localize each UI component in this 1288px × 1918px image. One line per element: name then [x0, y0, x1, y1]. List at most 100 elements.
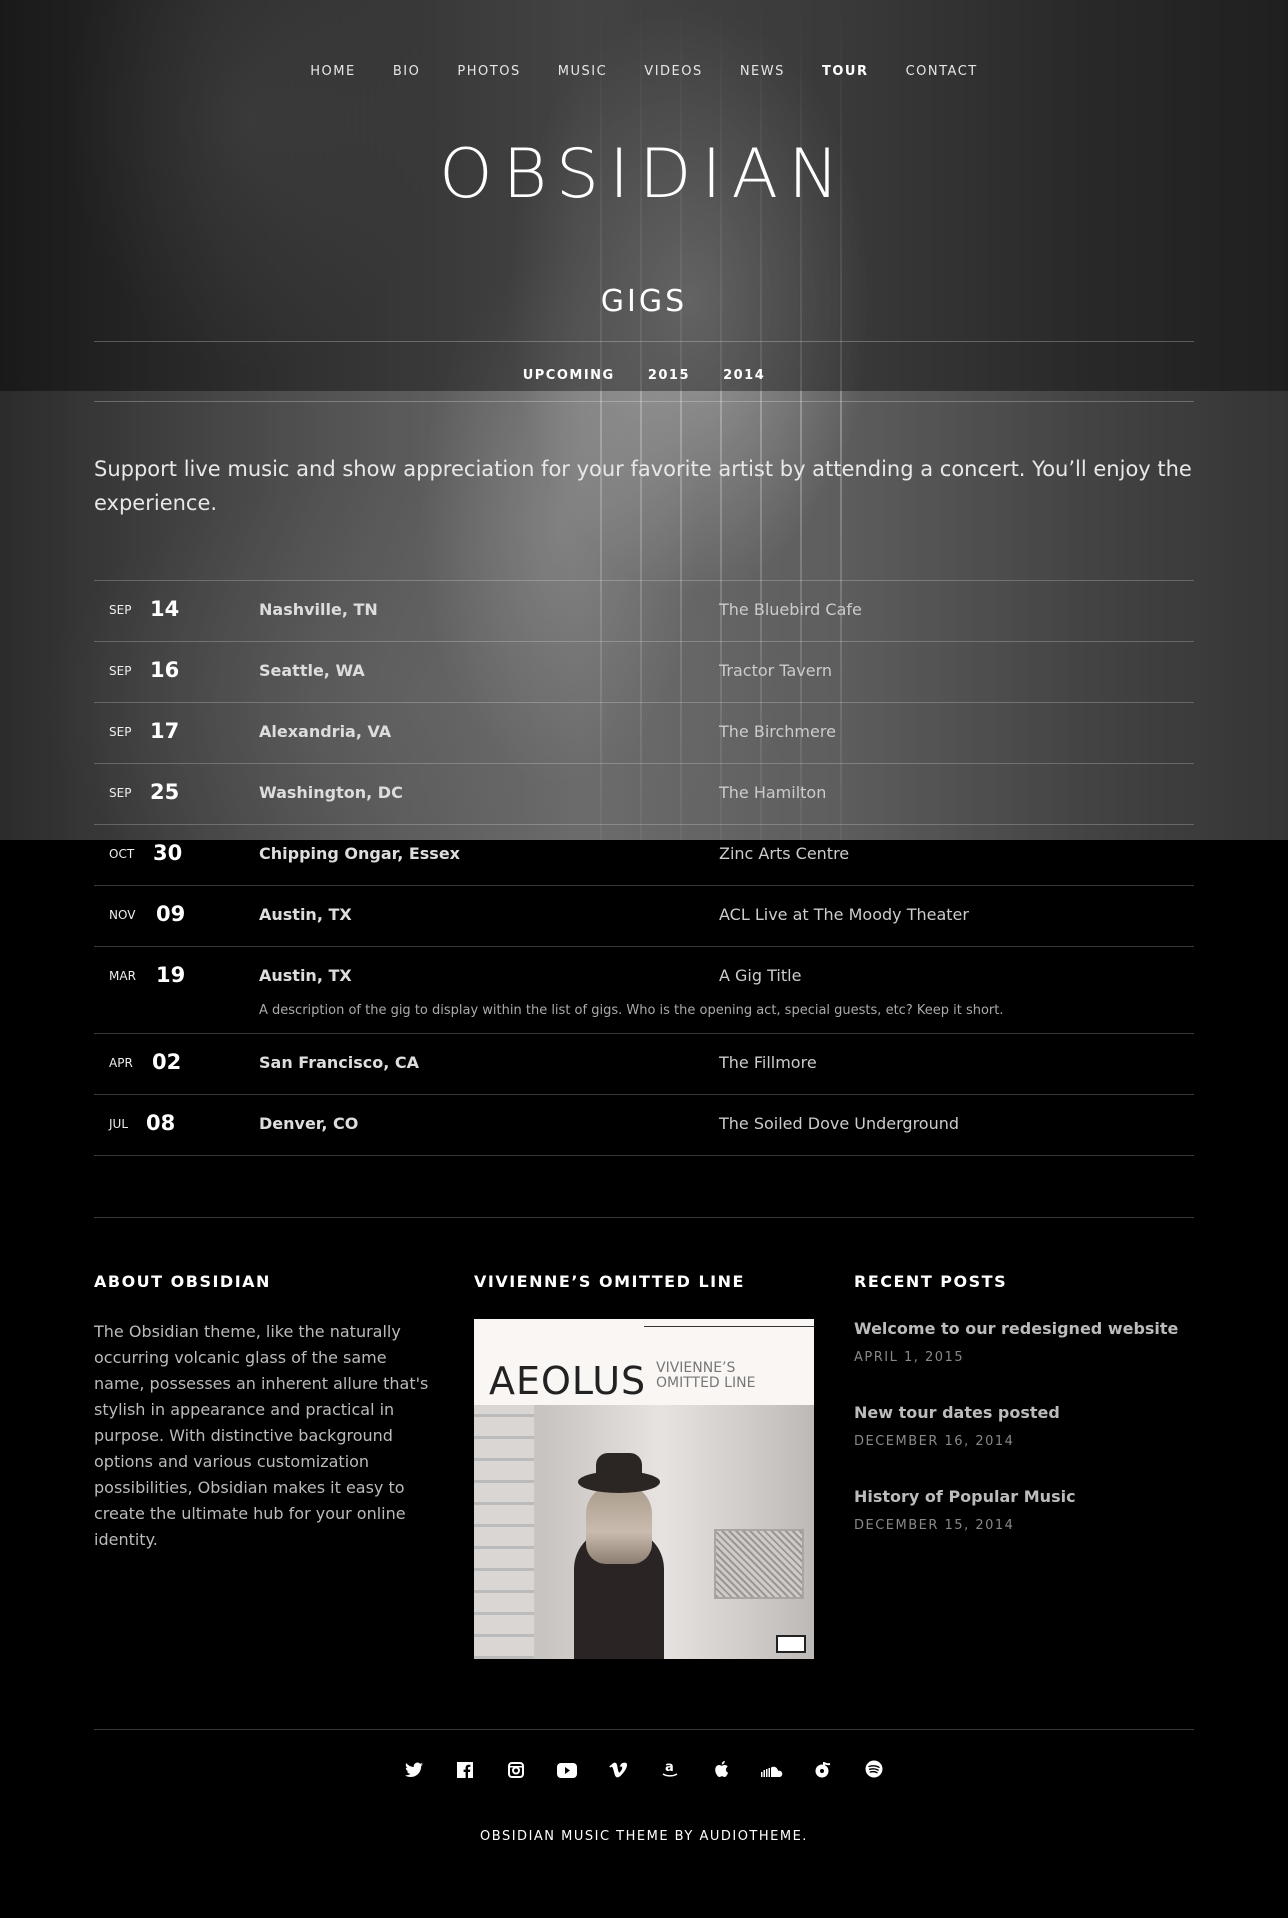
gig-city[interactable]: Chipping Ongar, Essex: [259, 844, 460, 863]
divider: [94, 1217, 1194, 1218]
gig-city[interactable]: Austin, TX: [259, 966, 352, 985]
gig-month: SEP: [109, 603, 132, 617]
gig-day: 09: [156, 902, 186, 926]
intro-text: Support live music and show appreciation…: [94, 457, 1192, 515]
amazon-icon[interactable]: a: [659, 1760, 681, 1782]
gig-day: 30: [153, 841, 183, 865]
gig-row[interactable]: JUL 08 Denver, CO The Soiled Dove Underg…: [94, 1094, 1194, 1155]
gig-month: OCT: [109, 847, 135, 861]
divider: [94, 1155, 1194, 1156]
rdio-icon[interactable]: [812, 1761, 834, 1784]
gig-day: 16: [150, 658, 180, 682]
nav-contact[interactable]: CONTACT: [906, 64, 978, 79]
album-cover-word: AEOLUS: [489, 1359, 647, 1403]
album-cover-subtitle: VIVIENNE’S OMITTED LINE: [656, 1360, 756, 1391]
about-title: ABOUT OBSIDIAN: [94, 1272, 271, 1291]
footer-credit[interactable]: OBSIDIAN MUSIC THEME BY AUDIOTHEME.: [0, 1829, 1288, 1844]
post-title[interactable]: New tour dates posted: [854, 1403, 1194, 1422]
album-widget: VIVIENNE’S OMITTED LINE AEOLUS VIVIENNE’…: [474, 1272, 814, 1659]
gig-city[interactable]: Washington, DC: [259, 783, 403, 802]
soundcloud-icon[interactable]: [760, 1762, 783, 1784]
post-item: Welcome to our redesigned website APRIL …: [854, 1319, 1194, 1365]
gig-list: SEP 14 Nashville, TN The Bluebird Cafe S…: [94, 580, 1194, 1156]
gig-tabs: UPCOMING 2015 2014: [0, 364, 1288, 383]
nav-photos[interactable]: PHOTOS: [457, 64, 520, 79]
gig-venue: The Hamilton: [719, 783, 827, 802]
gig-row[interactable]: SEP 25 Washington, DC The Hamilton: [94, 763, 1194, 824]
tab-upcoming[interactable]: UPCOMING: [523, 368, 615, 383]
facebook-icon[interactable]: [454, 1762, 476, 1784]
post-date: DECEMBER 15, 2014: [854, 1518, 1015, 1533]
gig-city[interactable]: Denver, CO: [259, 1114, 358, 1133]
social-links: a: [0, 1760, 1288, 1784]
post-date: APRIL 1, 2015: [854, 1350, 965, 1365]
page-title: GIGS: [600, 284, 688, 319]
post-date: DECEMBER 16, 2014: [854, 1434, 1015, 1449]
tab-2015[interactable]: 2015: [648, 368, 690, 383]
instagram-icon[interactable]: [505, 1762, 527, 1784]
post-item: New tour dates posted DECEMBER 16, 2014: [854, 1403, 1194, 1449]
apple-icon[interactable]: [710, 1760, 732, 1782]
gig-row[interactable]: NOV 09 Austin, TX ACL Live at The Moody …: [94, 885, 1194, 946]
gig-day: 19: [156, 963, 186, 987]
recent-posts-widget: RECENT POSTS Welcome to our redesigned w…: [854, 1272, 1194, 1533]
gig-day: 08: [146, 1111, 176, 1135]
gig-city[interactable]: Austin, TX: [259, 905, 352, 924]
post-item: History of Popular Music DECEMBER 15, 20…: [854, 1487, 1194, 1533]
site-title[interactable]: OBSIDIAN: [0, 135, 1288, 214]
spotify-icon[interactable]: [863, 1760, 885, 1782]
gig-city[interactable]: Seattle, WA: [259, 661, 365, 680]
nav-videos[interactable]: VIDEOS: [644, 64, 702, 79]
svg-text:a: a: [665, 1760, 674, 1775]
gig-city[interactable]: San Francisco, CA: [259, 1053, 419, 1072]
gig-row[interactable]: SEP 16 Seattle, WA Tractor Tavern: [94, 641, 1194, 702]
gig-month: MAR: [109, 969, 136, 983]
gig-city[interactable]: Nashville, TN: [259, 600, 378, 619]
nav-bio[interactable]: BIO: [393, 64, 421, 79]
nav-tour[interactable]: TOUR: [822, 64, 869, 79]
gig-venue: The Soiled Dove Underground: [719, 1114, 960, 1133]
album-cover[interactable]: AEOLUS VIVIENNE’S OMITTED LINE: [474, 1319, 814, 1659]
gig-month: SEP: [109, 725, 132, 739]
gig-month: SEP: [109, 786, 132, 800]
gig-day: 14: [150, 597, 180, 621]
divider: [94, 401, 1194, 402]
gig-month: APR: [109, 1056, 133, 1070]
gig-month: JUL: [109, 1117, 129, 1131]
youtube-icon[interactable]: [556, 1762, 578, 1784]
divider: [94, 341, 1194, 342]
post-title[interactable]: History of Popular Music: [854, 1487, 1194, 1506]
gig-venue: ACL Live at The Moody Theater: [719, 905, 969, 924]
twitter-icon[interactable]: [403, 1762, 425, 1784]
about-widget: ABOUT OBSIDIAN The Obsidian theme, like …: [94, 1272, 434, 1553]
gig-row[interactable]: APR 02 San Francisco, CA The Fillmore: [94, 1033, 1194, 1094]
gig-row[interactable]: OCT 30 Chipping Ongar, Essex Zinc Arts C…: [94, 824, 1194, 885]
gig-day: 17: [150, 719, 180, 743]
nav-music[interactable]: MUSIC: [558, 64, 607, 79]
album-title: VIVIENNE’S OMITTED LINE: [474, 1272, 745, 1291]
gig-row[interactable]: MAR 19 Austin, TX A Gig Title A descript…: [94, 946, 1194, 1033]
post-title[interactable]: Welcome to our redesigned website: [854, 1319, 1194, 1338]
gig-row[interactable]: SEP 14 Nashville, TN The Bluebird Cafe: [94, 580, 1194, 641]
label-logo-icon: [776, 1635, 806, 1653]
gig-venue: Tractor Tavern: [719, 661, 833, 680]
about-text: The Obsidian theme, like the naturally o…: [94, 1322, 429, 1549]
nav-home[interactable]: HOME: [310, 64, 355, 79]
gig-venue: The Fillmore: [719, 1053, 817, 1072]
gig-venue: Zinc Arts Centre: [719, 844, 850, 863]
gig-day: 02: [152, 1050, 182, 1074]
gig-row[interactable]: SEP 17 Alexandria, VA The Birchmere: [94, 702, 1194, 763]
gig-city[interactable]: Alexandria, VA: [259, 722, 391, 741]
gig-venue: A Gig Title: [719, 966, 802, 985]
vimeo-icon[interactable]: [607, 1762, 629, 1784]
main-nav: HOME BIO PHOTOS MUSIC VIDEOS NEWS TOUR C…: [0, 60, 1288, 79]
tab-2014[interactable]: 2014: [723, 368, 765, 383]
nav-news[interactable]: NEWS: [740, 64, 785, 79]
gig-description: A description of the gig to display with…: [259, 1003, 1004, 1018]
gig-month: SEP: [109, 664, 132, 678]
gig-venue: The Birchmere: [719, 722, 836, 741]
gig-month: NOV: [109, 908, 136, 922]
gig-day: 25: [150, 780, 180, 804]
gig-venue: The Bluebird Cafe: [719, 600, 862, 619]
divider: [94, 1729, 1194, 1730]
